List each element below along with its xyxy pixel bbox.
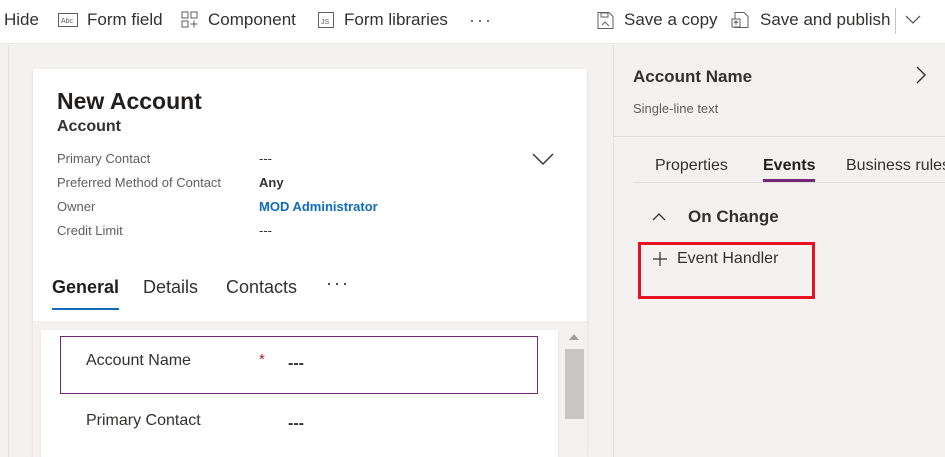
active-tab-indicator [52,308,119,310]
save-a-copy-button[interactable]: Save a copy [596,0,718,40]
component-grid-icon [181,11,198,28]
component-label: Component [208,10,296,29]
publish-icon [731,12,749,28]
header-label-owner: Owner [57,199,96,214]
form-entity-name: Account [57,118,121,135]
form-field-label: Form field [87,10,163,29]
svg-text:Abc: Abc [61,18,74,25]
header-value-credit-limit: --- [259,223,272,238]
header-value-owner-link[interactable]: MOD Administrator [259,199,378,214]
component-button[interactable]: Component [181,0,296,40]
pane-tabs-divider [633,182,945,183]
field-type-label: Single-line text [633,101,719,116]
chevron-down-icon [905,15,921,24]
chevron-down-icon [532,153,554,165]
save-and-publish-label: Save and publish [760,10,891,29]
form-field-button[interactable]: Abc Form field [58,0,163,40]
tab-more-button[interactable]: ··· [326,273,350,294]
tab-contacts[interactable]: Contacts [226,277,297,298]
scroll-up-arrow[interactable] [569,334,579,340]
command-bar: Hide Abc Form field Component JS Form li… [0,0,945,44]
on-change-label: On Change [688,207,779,226]
collapse-pane-button[interactable] [915,65,927,90]
scroll-thumb[interactable] [565,349,584,419]
form-libraries-button[interactable]: JS Form libraries [317,0,448,40]
account-name-label: Account Name [86,352,191,369]
form-canvas: New Account Account Primary Contact --- … [0,45,612,457]
header-value-preferred-method: Any [259,175,284,190]
form-title: New Account [57,88,202,114]
text-field-icon: Abc [58,13,78,27]
left-rail-divider [8,45,9,457]
tab-details[interactable]: Details [143,277,198,298]
command-divider [895,8,896,34]
save-copy-icon [597,11,614,29]
chevron-right-icon [916,66,926,84]
account-name-value: --- [288,355,304,372]
header-label-preferred-method: Preferred Method of Contact [57,175,222,190]
save-options-dropdown[interactable] [905,0,930,40]
save-and-publish-button[interactable]: Save and publish [731,0,890,40]
tab-business-rules[interactable]: Business rules [846,157,945,175]
more-commands-label: ··· [469,9,493,30]
on-change-group-toggle[interactable]: On Change [652,207,779,227]
form-tab-list: General Details Contacts ··· [33,269,587,315]
section-body: Account Name * --- Primary Contact --- [41,330,558,457]
highlight-box [638,242,815,299]
more-commands-button[interactable]: ··· [469,0,493,40]
js-file-icon: JS [318,12,334,28]
hide-label: Hide [4,10,39,29]
tab-events[interactable]: Events [763,157,815,175]
canvas-scrollbar[interactable] [561,328,584,419]
header-value-primary-contact: --- [259,151,272,166]
chevron-up-icon [652,213,666,221]
required-indicator: * [259,351,265,368]
form-libraries-label: Form libraries [344,10,448,29]
tab-general[interactable]: General [52,277,119,298]
primary-contact-label: Primary Contact [86,412,201,429]
header-label-credit-limit: Credit Limit [57,223,123,238]
hide-button[interactable]: Hide [4,0,39,40]
active-pane-tab-indicator [763,179,815,182]
save-a-copy-label: Save a copy [624,10,718,29]
svg-text:JS: JS [321,19,330,26]
form-section: Account Name * --- Primary Contact --- [33,321,587,457]
header-expand-button[interactable] [532,153,554,171]
primary-contact-value[interactable]: --- [288,415,304,433]
tab-properties[interactable]: Properties [655,157,728,175]
properties-pane: Account Name Single-line text Properties… [613,45,945,457]
form-preview: New Account Account Primary Contact --- … [33,69,587,457]
pane-divider [614,136,945,137]
pane-title: Account Name [633,67,753,86]
header-label-primary-contact: Primary Contact [57,151,151,166]
